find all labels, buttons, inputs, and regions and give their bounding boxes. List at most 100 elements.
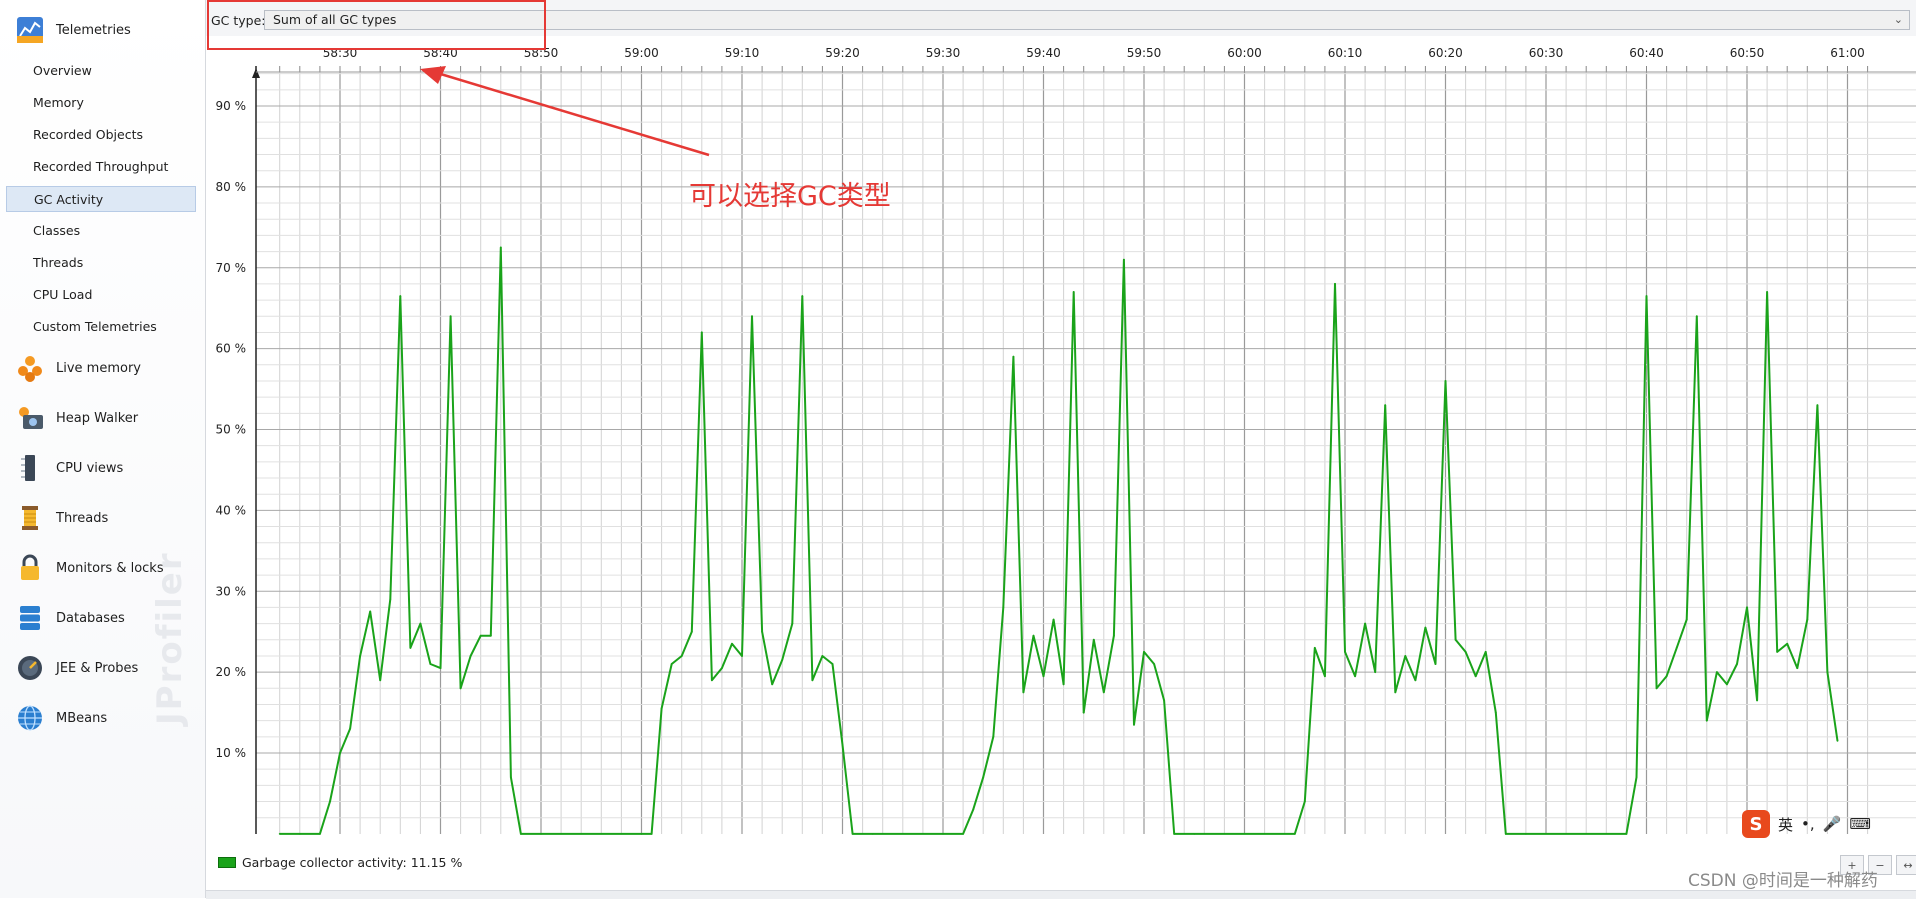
y-tick-label: 90 %	[216, 99, 247, 113]
data-point	[409, 647, 412, 649]
nav-mbeans[interactable]: MBeans	[14, 702, 107, 734]
data-point	[1394, 691, 1397, 694]
data-point	[1102, 691, 1105, 694]
zoom-fit-icon[interactable]: ↔	[1896, 855, 1916, 875]
data-point	[1836, 740, 1839, 742]
globe-icon	[14, 702, 46, 734]
data-point	[660, 707, 663, 710]
data-point	[1766, 291, 1768, 293]
data-point	[1143, 651, 1145, 653]
data-point	[1444, 380, 1447, 382]
microphone-icon[interactable]: 🎤	[1823, 815, 1842, 833]
x-tick-label: 58:30	[323, 46, 358, 60]
data-point	[278, 833, 281, 835]
data-point	[1716, 671, 1718, 673]
data-point	[1344, 651, 1346, 653]
data-point	[1454, 638, 1457, 641]
sidebar-item-recorded-throughput[interactable]: Recorded Throughput	[6, 154, 196, 180]
data-point	[670, 663, 673, 665]
nav-cpu-views[interactable]: CPU views	[14, 452, 123, 484]
ime-lang[interactable]: 英	[1778, 814, 1793, 835]
data-point	[761, 630, 763, 633]
data-point	[439, 667, 442, 669]
data-point	[721, 667, 723, 669]
nav-monitors-locks[interactable]: Monitors & locks	[14, 552, 164, 584]
data-point	[1525, 833, 1527, 835]
data-point	[781, 659, 784, 661]
x-tick-label: 58:40	[423, 46, 458, 60]
data-point	[801, 295, 804, 297]
sidebar-item-custom-telemetries[interactable]: Custom Telemetries	[6, 314, 196, 340]
data-point	[1072, 291, 1075, 293]
data-point	[1695, 315, 1698, 318]
data-point	[329, 800, 331, 803]
keyboard-icon[interactable]: ⌨	[1849, 815, 1871, 833]
y-tick-label: 60 %	[216, 342, 247, 356]
data-point	[1384, 404, 1387, 407]
data-point	[389, 598, 392, 601]
y-tick-label: 10 %	[216, 746, 247, 760]
x-tick-label: 59:50	[1127, 46, 1162, 60]
data-point	[711, 679, 713, 682]
data-point	[479, 634, 482, 637]
brand-watermark: JProfiler	[150, 551, 190, 725]
sidebar-item-overview[interactable]: Overview	[6, 58, 196, 84]
data-point	[1364, 622, 1366, 625]
nav-jee-probes[interactable]: JEE & Probes	[14, 652, 138, 684]
sidebar-item-recorded-objects[interactable]: Recorded Objects	[6, 122, 196, 148]
nav-mbeans-label: MBeans	[56, 710, 108, 726]
chevron-down-icon: ⌄	[1893, 13, 1903, 26]
sidebar-item-memory[interactable]: Memory	[6, 90, 196, 116]
data-point	[1153, 663, 1155, 665]
data-point	[1052, 618, 1055, 621]
data-point	[1464, 651, 1467, 653]
threads-icon	[14, 502, 46, 534]
data-point	[1504, 833, 1507, 835]
gc-type-label: GC type:	[211, 13, 266, 28]
nav-jee-probes-label: JEE & Probes	[56, 660, 139, 676]
data-point	[1414, 679, 1417, 682]
data-point	[469, 655, 472, 657]
data-point	[1293, 833, 1296, 835]
data-point	[1434, 663, 1437, 665]
x-tick-label: 60:00	[1227, 46, 1262, 60]
gc-type-select[interactable]: Sum of all GC types ⌄	[264, 10, 1910, 30]
nav-heap-walker[interactable]: Heap Walker	[14, 402, 138, 434]
punctuation-icon[interactable]: •,	[1801, 815, 1815, 833]
data-point	[1012, 355, 1015, 358]
data-point	[871, 833, 874, 835]
data-point	[1746, 606, 1748, 609]
nav-telemetries[interactable]: Telemetries	[14, 14, 131, 46]
data-point	[489, 634, 492, 637]
data-point	[1786, 642, 1789, 645]
gc-type-value: Sum of all GC types	[273, 12, 397, 27]
sidebar-item-threads[interactable]: Threads	[6, 250, 196, 276]
nav-live-memory[interactable]: Live memory	[14, 352, 141, 384]
data-point	[1665, 675, 1668, 678]
sidebar-item-cpu-load[interactable]: CPU Load	[6, 282, 196, 308]
data-point	[1123, 258, 1125, 261]
data-point	[751, 315, 753, 318]
sidebar-item-classes[interactable]: Classes	[6, 218, 196, 244]
nav-threads[interactable]: Threads	[14, 502, 108, 534]
x-tick-label: 60:10	[1328, 46, 1363, 60]
data-point	[1042, 675, 1045, 678]
data-point	[851, 833, 854, 835]
nav-databases-label: Databases	[56, 610, 125, 626]
data-point	[1032, 634, 1035, 637]
y-tick-label: 40 %	[216, 503, 247, 517]
data-point	[419, 622, 422, 625]
data-point	[369, 610, 372, 613]
ime-toolbar[interactable]: S 英 •, 🎤 ⌨	[1742, 810, 1916, 838]
data-point	[1756, 699, 1758, 702]
data-point	[700, 331, 703, 334]
x-tick-label: 59:20	[825, 46, 860, 60]
data-point	[680, 655, 683, 657]
sidebar-item-gc-activity[interactable]: GC Activity	[6, 186, 196, 212]
data-point	[1705, 719, 1708, 722]
x-tick-label: 59:00	[624, 46, 659, 60]
nav-databases[interactable]: Databases	[14, 602, 125, 634]
data-point	[1826, 671, 1829, 673]
heap-walker-icon	[14, 402, 46, 434]
data-point	[1374, 671, 1377, 673]
